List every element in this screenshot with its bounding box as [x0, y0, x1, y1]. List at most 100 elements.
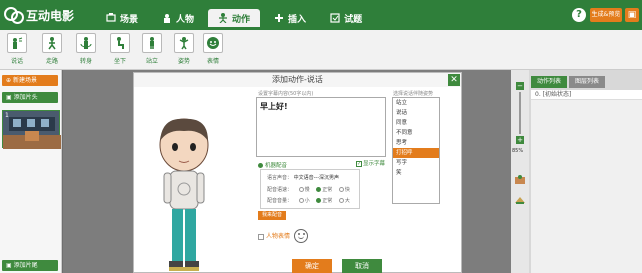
speech-text-input[interactable]: 早上好!	[256, 97, 386, 157]
zoom-level: 85%	[512, 148, 524, 154]
action-expression[interactable]: 表情	[201, 33, 225, 65]
person-icon	[162, 13, 172, 23]
character-preview	[159, 118, 209, 271]
logo-icon	[4, 7, 24, 24]
tab-scene[interactable]: 场景	[96, 9, 148, 27]
new-scene-button[interactable]: ⊕ 新建场景	[2, 75, 58, 86]
speed-normal-radio[interactable]	[316, 187, 322, 192]
top-bar: 互动电影 场景 人物 动作 插入 试题 ? 生成&预览 ▣	[0, 0, 642, 30]
pose-item-selected[interactable]: 打招呼	[393, 148, 439, 158]
tab-person-label: 人物	[176, 14, 195, 25]
action-turn[interactable]: 转身	[74, 33, 98, 65]
action-pose[interactable]: 姿势	[172, 33, 196, 65]
action-speak-label: 说话	[10, 58, 23, 65]
close-button[interactable]: ✕	[448, 74, 460, 86]
add-intro-label: 添加片头	[13, 94, 38, 101]
voice-lang-select[interactable]: 中文语音---深沉男声	[294, 175, 339, 181]
save-button[interactable]: ▣	[625, 8, 639, 22]
pose-item[interactable]: 笑	[393, 168, 439, 178]
zoom-in-button[interactable]: +	[516, 136, 524, 144]
speed-slow-radio[interactable]	[298, 187, 304, 192]
tab-scene-label: 场景	[120, 14, 139, 25]
voice-volume-row: 配音音量： 小 正常 大	[267, 197, 350, 204]
pose-item[interactable]: 不同意	[393, 128, 439, 138]
scene-thumbnail[interactable]: 1	[2, 110, 61, 149]
insert-icon	[274, 13, 284, 23]
tab-insert[interactable]: 插入	[264, 9, 316, 27]
preview-button[interactable]: 生成&预览	[590, 8, 622, 22]
action-pose-label: 姿势	[177, 58, 190, 65]
sit-icon	[110, 33, 130, 53]
dialog-title: 添加动作-说话	[134, 73, 461, 87]
save-icon: ▣	[627, 10, 637, 20]
tab-action-list[interactable]: 动作列表	[531, 76, 567, 88]
quiz-icon	[330, 13, 340, 23]
tab-person[interactable]: 人物	[152, 9, 204, 27]
cancel-button[interactable]: 取消	[342, 259, 382, 273]
prop-icon[interactable]	[514, 195, 526, 205]
ok-button[interactable]: 确定	[292, 259, 332, 273]
subtitle-hint: 设置字幕内容(50字以内)	[258, 91, 314, 97]
list-item[interactable]: 0. [初始状态]	[531, 90, 642, 100]
volume-high-label: 大	[344, 198, 350, 204]
pose-item[interactable]: 思考	[393, 138, 439, 148]
pose-item[interactable]: 同意	[393, 118, 439, 128]
action-expression-label: 表情	[206, 58, 219, 65]
expression-checkbox[interactable]: 人物表情	[258, 231, 290, 240]
add-outro-button[interactable]: ▣ 添加片尾	[2, 260, 58, 271]
pose-item[interactable]: 站立	[393, 98, 439, 108]
radio-selected-icon	[258, 163, 263, 168]
action-list: 0. [初始状态]	[531, 90, 642, 273]
volume-low-label: 小	[304, 198, 310, 204]
action-sit[interactable]: 坐下	[108, 33, 132, 65]
action-walk[interactable]: 走路	[40, 33, 64, 65]
logo-text: 互动电影	[26, 8, 75, 23]
tab-quiz[interactable]: 试题	[320, 9, 372, 27]
tab-insert-label: 插入	[288, 14, 307, 25]
voice-lang-row: 语言声音： 中文语音---深沉男声	[267, 174, 339, 181]
list-panel: − + 85% 动作列表 图层列表 0. [初始状态]	[511, 70, 642, 273]
pose-item[interactable]: 说话	[393, 108, 439, 118]
tab-quiz-label: 试题	[344, 14, 363, 25]
volume-normal-radio[interactable]	[316, 198, 322, 203]
voice-lang-label: 语言声音：	[267, 175, 293, 181]
speed-fast-radio[interactable]	[338, 187, 344, 192]
action-stand-label: 站立	[145, 58, 158, 65]
scene-icon	[106, 13, 116, 23]
voice-speed-row: 配音语速： 慢 正常 快	[267, 186, 350, 193]
volume-normal-label: 正常	[322, 198, 333, 204]
action-walk-label: 走路	[45, 58, 58, 65]
action-turn-label: 转身	[79, 58, 92, 65]
speed-fast-label: 快	[344, 187, 350, 193]
show-subtitle-checkbox[interactable]: ✓ 显示字幕	[356, 159, 385, 167]
pose-list: 站立 说话 同意 不同意 思考 打招呼 写字 笑	[392, 97, 440, 204]
volume-low-radio[interactable]	[298, 198, 304, 203]
zoom-slider[interactable]	[519, 92, 521, 134]
add-intro-button[interactable]: ▣ 添加片头	[2, 92, 58, 103]
machine-voice-option[interactable]: 机器配音	[258, 161, 287, 169]
action-speak[interactable]: 说话	[5, 33, 29, 65]
help-button[interactable]: ?	[572, 8, 586, 22]
smile-icon[interactable]	[294, 229, 308, 243]
volume-high-radio[interactable]	[338, 198, 344, 203]
expression-label: 人物表情	[266, 233, 291, 240]
turn-icon	[76, 33, 96, 53]
speak-icon	[7, 33, 27, 53]
new-scene-label: 新建场景	[12, 77, 37, 84]
character-icon[interactable]	[514, 175, 526, 185]
tab-layer-list[interactable]: 图层列表	[569, 76, 605, 88]
main-tabs: 场景 人物 动作 插入 试题	[96, 6, 376, 30]
action-icon	[218, 13, 228, 24]
pose-icon	[174, 33, 194, 53]
my-voice-button[interactable]: 我来配音	[258, 211, 286, 220]
zoom-out-button[interactable]: −	[516, 82, 524, 90]
zoom-bar: − + 85%	[511, 70, 529, 273]
volume-label: 配音音量：	[267, 198, 293, 204]
action-stand[interactable]: 站立	[140, 33, 164, 65]
action-sit-label: 坐下	[113, 58, 126, 65]
stand-icon	[142, 33, 162, 53]
app-logo[interactable]: 互动电影	[4, 5, 74, 25]
tab-action[interactable]: 动作	[208, 9, 261, 27]
pose-hint: 选择说话伴随姿势	[393, 91, 434, 97]
pose-item[interactable]: 写字	[393, 158, 439, 168]
